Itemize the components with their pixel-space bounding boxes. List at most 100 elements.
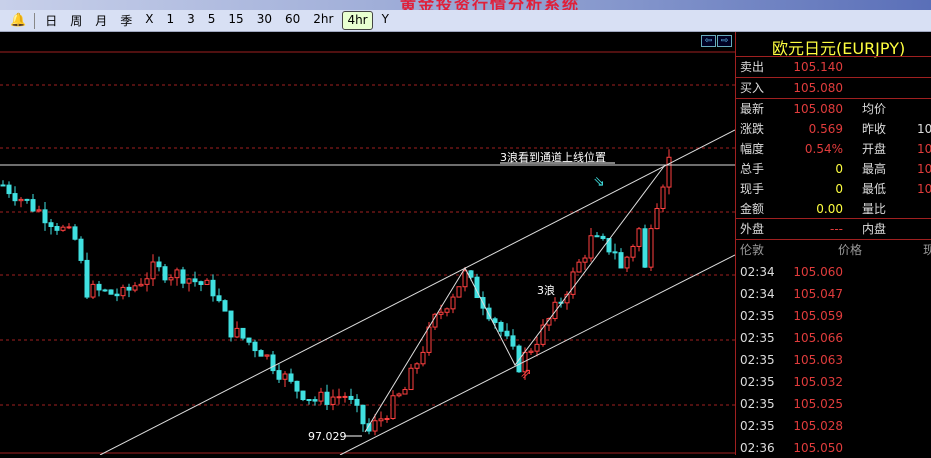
- candle-body: [408, 367, 414, 391]
- period-2hr[interactable]: 2hr: [309, 11, 337, 30]
- period-60[interactable]: 60: [281, 11, 304, 30]
- candle-body: [306, 399, 312, 402]
- tick-price: 105.032: [793, 375, 843, 389]
- candle-body: [510, 335, 516, 347]
- candle-body: [12, 193, 18, 202]
- period-30[interactable]: 30: [253, 11, 276, 30]
- candle-body: [48, 222, 54, 227]
- candle-body: [282, 373, 288, 380]
- period-1[interactable]: 1: [162, 11, 178, 30]
- quote-value: 0.00: [816, 202, 843, 216]
- up-arrow-icon: ⇗: [520, 366, 532, 382]
- scroll-left-icon[interactable]: ⇦: [701, 35, 716, 47]
- tick-row: 02:34 105.060: [740, 262, 931, 282]
- period-周[interactable]: 周: [66, 11, 86, 30]
- quote-value-2: 10: [917, 182, 931, 196]
- quote-label-2: 开盘: [862, 142, 887, 156]
- candle-body: [246, 337, 252, 343]
- candle-body: [84, 259, 90, 298]
- tick-row: 02:35 105.066: [740, 328, 931, 348]
- candle-body: [144, 278, 150, 285]
- period-季[interactable]: 季: [116, 11, 136, 30]
- quote-row: 幅度 0.54% 开盘 10: [740, 139, 931, 159]
- candlestick-chart[interactable]: 3浪看到通道上线位置 3浪 97.029 ⇘ ⇗: [0, 32, 735, 455]
- candle-body: [210, 279, 216, 297]
- period-月[interactable]: 月: [91, 11, 111, 30]
- candle-body: [594, 235, 600, 238]
- candle-body: [402, 389, 408, 395]
- period-日[interactable]: 日: [41, 11, 61, 30]
- quote-value: 0.54%: [804, 142, 843, 156]
- tick-row: 02:35 105.028: [740, 416, 931, 436]
- scroll-right-icon[interactable]: ⇨: [717, 35, 732, 47]
- candle-body: [66, 226, 72, 229]
- quote-value: 105.080: [793, 102, 843, 116]
- candle-body: [192, 278, 198, 283]
- candle-body: [582, 257, 588, 263]
- quote-value-2: 10: [917, 162, 931, 176]
- candle-body: [498, 321, 504, 332]
- candle-body: [72, 226, 78, 240]
- candle-body: [204, 279, 210, 285]
- wave-line: [364, 164, 666, 433]
- quote-value: 0: [835, 182, 843, 196]
- candle-body: [660, 186, 666, 210]
- candle-body: [186, 278, 192, 284]
- candle-body: [576, 261, 582, 273]
- candle-body: [126, 286, 132, 291]
- candle-body: [216, 295, 222, 302]
- tick-price: 105.025: [793, 397, 843, 411]
- candle-body: [534, 343, 540, 352]
- candle-body: [618, 252, 624, 269]
- tick-price: 105.047: [793, 287, 843, 301]
- candle-body: [150, 261, 156, 280]
- period-4hr[interactable]: 4hr: [342, 11, 373, 30]
- period-Y[interactable]: Y: [378, 11, 393, 30]
- candle-body: [258, 350, 264, 357]
- candle-body: [342, 395, 348, 398]
- candle-body: [156, 261, 162, 268]
- candle-body: [642, 228, 648, 268]
- period-toolbar: 🔔 日周月季 X 1 3 5 15 30 60 2hr 4hr Y: [0, 10, 931, 32]
- period-3[interactable]: 3: [183, 11, 199, 30]
- candle-body: [108, 289, 114, 295]
- candle-body: [630, 245, 636, 258]
- tick-row: 02:35 105.025: [740, 394, 931, 414]
- candle-body: [174, 269, 180, 279]
- candle-body: [60, 226, 66, 231]
- down-arrow-icon: ⇘: [593, 174, 605, 190]
- period-15[interactable]: 15: [224, 11, 247, 30]
- candle-body: [600, 235, 606, 240]
- candle-body: [648, 228, 654, 268]
- candle-body: [438, 311, 444, 315]
- candle-body: [528, 350, 534, 353]
- alarm-bell-icon[interactable]: 🔔: [10, 13, 26, 28]
- wave-label: 3浪: [537, 283, 555, 297]
- candle-body: [348, 395, 354, 400]
- candle-body: [276, 370, 282, 380]
- candle-body: [6, 184, 12, 195]
- candle-body: [606, 238, 612, 253]
- candle-body: [462, 270, 468, 288]
- tick-row: 02:36 105.050: [740, 438, 931, 458]
- quote-value-2: 10: [917, 142, 931, 156]
- candle-body: [654, 208, 660, 230]
- candle-body: [24, 198, 30, 201]
- tick-header-time: 伦敦: [740, 243, 765, 257]
- toolbar-divider: [34, 12, 36, 29]
- tick-price: 105.060: [793, 265, 843, 279]
- candle-body: [54, 225, 60, 231]
- tick-header-volume: 现: [923, 243, 931, 257]
- inner-label: 内盘: [862, 222, 887, 236]
- candle-body: [414, 363, 420, 369]
- quote-value: 0: [835, 162, 843, 176]
- candle-body: [450, 296, 456, 310]
- candle-body: [90, 283, 96, 298]
- candle-body: [612, 251, 618, 254]
- candle-body: [240, 327, 246, 339]
- candle-body: [180, 269, 186, 284]
- candle-body: [30, 199, 36, 212]
- quote-label-2: 昨收: [862, 122, 887, 136]
- period-X[interactable]: X: [141, 11, 157, 30]
- period-5[interactable]: 5: [204, 11, 220, 30]
